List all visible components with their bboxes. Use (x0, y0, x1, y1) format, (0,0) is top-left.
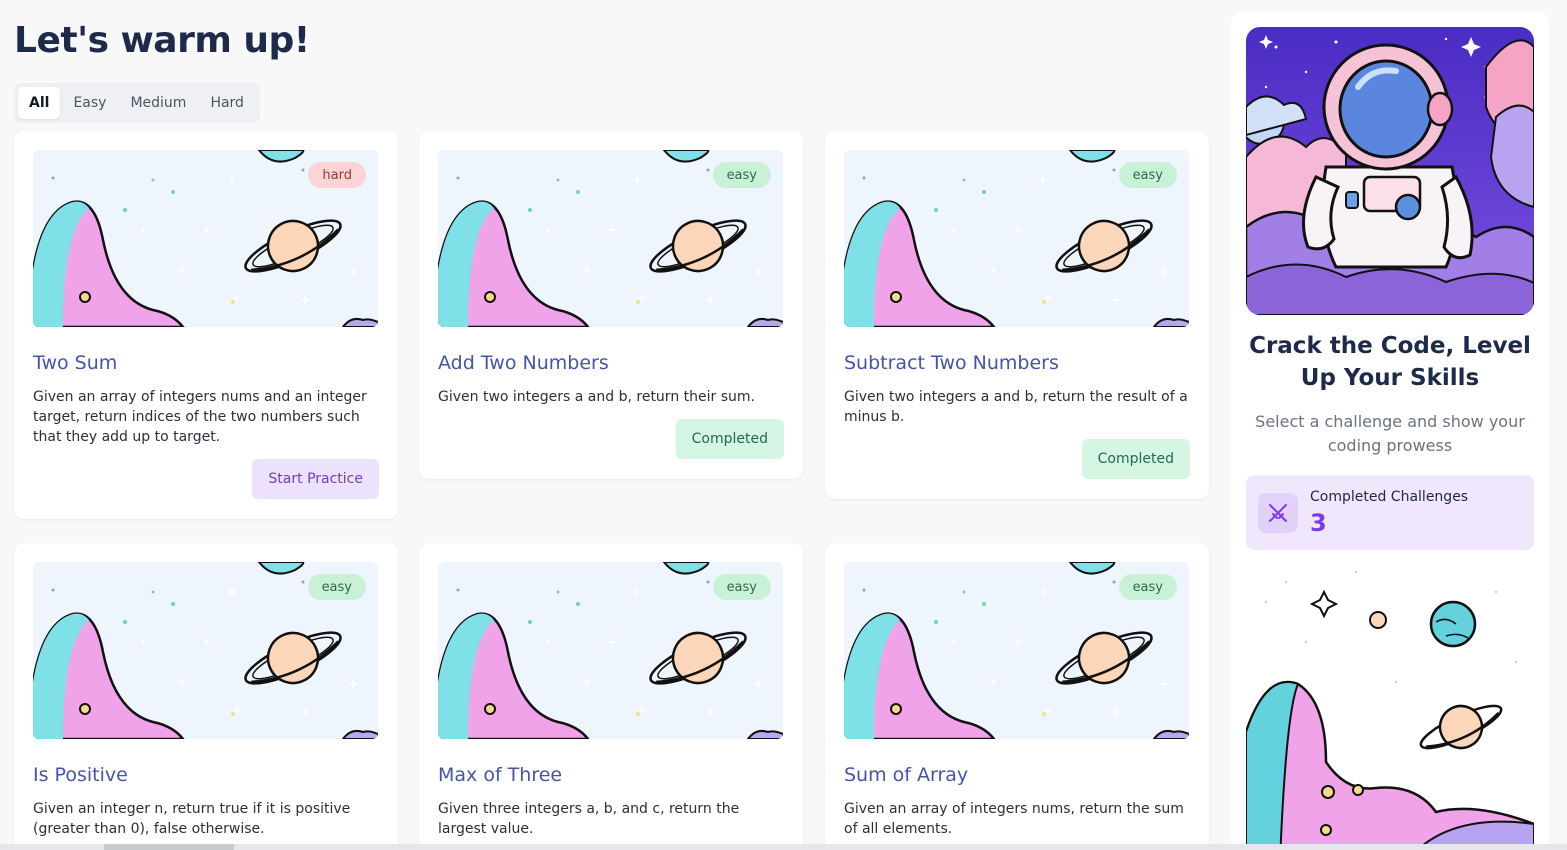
challenge-description: Given an array of integers nums, return … (844, 801, 1184, 837)
challenge-title[interactable]: Max of Three (438, 764, 562, 786)
difficulty-badge: easy (1118, 574, 1177, 600)
completed-button[interactable]: Completed (675, 419, 784, 459)
challenge-card[interactable]: easy Max of Three Given three integers a… (419, 543, 803, 850)
challenge-title[interactable]: Subtract Two Numbers (844, 352, 1059, 374)
start-practice-button[interactable]: Start Practice (252, 459, 379, 499)
challenge-description: Given three integers a, b, and c, return… (438, 801, 740, 837)
difficulty-badge: easy (307, 574, 366, 600)
difficulty-badge: hard (308, 162, 366, 188)
challenge-title[interactable]: Sum of Array (844, 764, 968, 786)
challenge-description: Given an integer n, return true if it is… (33, 801, 351, 837)
challenge-title[interactable]: Add Two Numbers (438, 352, 609, 374)
sidebar-subtitle: Select a challenge and show your coding … (1255, 412, 1525, 455)
challenge-description: Given an array of integers nums and an i… (33, 389, 367, 445)
completed-challenges-label: Completed Challenges (1310, 489, 1469, 505)
tab-medium[interactable]: Medium (119, 87, 197, 119)
challenge-card-image: easy (438, 150, 783, 327)
difficulty-badge: easy (712, 574, 771, 600)
challenge-card[interactable]: easy Is Positive Given an integer n, ret… (14, 543, 398, 850)
challenge-description: Given two integers a and b, return their… (438, 389, 755, 405)
challenge-card[interactable]: easy Subtract Two Numbers Given two inte… (825, 131, 1209, 499)
challenge-card[interactable]: hard Two Sum Given an array of integers … (14, 131, 398, 519)
page-title: Let's warm up! (14, 20, 310, 61)
challenge-card[interactable]: easy Add Two Numbers Given two integers … (419, 131, 803, 479)
challenge-card-image: easy (33, 562, 378, 739)
challenge-title[interactable]: Is Positive (33, 764, 128, 786)
difficulty-filter-tabs: All Easy Medium Hard (14, 83, 260, 123)
difficulty-badge: easy (1118, 162, 1177, 188)
completed-challenges-card: Completed Challenges 3 (1246, 475, 1534, 550)
challenge-description: Given two integers a and b, return the r… (844, 389, 1188, 425)
tab-all[interactable]: All (18, 87, 61, 119)
challenge-card[interactable]: easy Sum of Array Given an array of inte… (825, 543, 1209, 850)
challenge-card-image: easy (844, 150, 1189, 327)
tab-hard[interactable]: Hard (199, 87, 255, 119)
completed-button[interactable]: Completed (1081, 439, 1190, 479)
crossed-swords-icon (1258, 493, 1298, 533)
sidebar-panel: Crack the Code, Level Up Your Skills Sel… (1231, 12, 1549, 850)
horizontal-scrollbar[interactable] (0, 844, 1567, 850)
astronaut-illustration (1246, 27, 1534, 315)
completed-challenges-count: 3 (1310, 509, 1327, 537)
tab-easy[interactable]: Easy (62, 87, 117, 119)
challenge-card-image: easy (438, 562, 783, 739)
challenge-title[interactable]: Two Sum (33, 352, 117, 374)
challenge-card-image: hard (33, 150, 378, 327)
space-illustration (1246, 562, 1534, 850)
challenge-card-image: easy (844, 562, 1189, 739)
difficulty-badge: easy (712, 162, 771, 188)
sidebar-title: Crack the Code, Level Up Your Skills (1249, 333, 1531, 391)
scrollbar-thumb[interactable] (104, 844, 234, 850)
